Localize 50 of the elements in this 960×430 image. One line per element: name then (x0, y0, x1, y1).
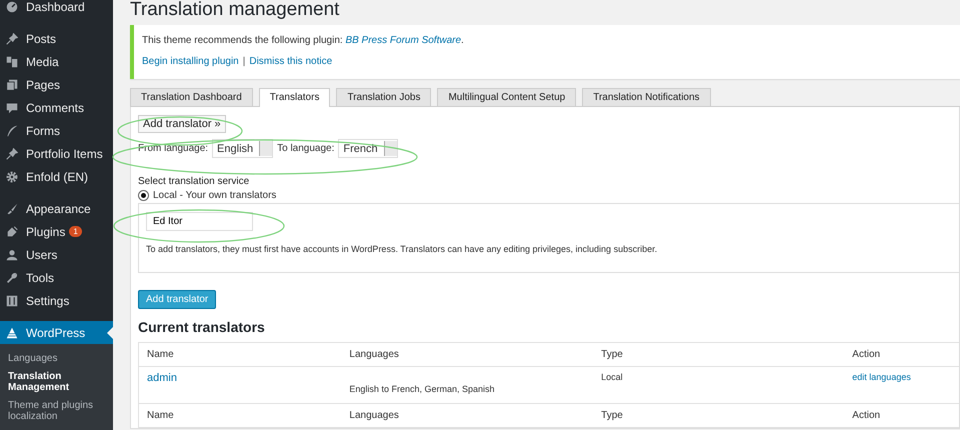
column-header: Name (138, 342, 342, 366)
table-cell: Local (593, 366, 844, 404)
sidebar-item[interactable]: Comments (0, 96, 113, 119)
sidebar-item[interactable]: Enfold (EN) (0, 165, 113, 188)
to-language-dropdown[interactable]: French (338, 139, 398, 158)
sidebar-item[interactable]: Media (0, 50, 113, 73)
sidebar-item[interactable]: Users (0, 243, 113, 266)
add-translator-toggle-button[interactable]: Add translator » (138, 115, 226, 133)
tab[interactable]: Translators (258, 88, 330, 107)
edit-languages-link[interactable]: edit languages (852, 372, 911, 382)
separator-text: | (242, 56, 246, 67)
submenu-item[interactable]: Translation Management (0, 368, 113, 397)
column-header: Action (844, 342, 959, 366)
sidebar-item[interactable]: WordPress (0, 321, 113, 344)
notice-text: This theme recommends the following plugin: BB Press Forum Software. (142, 35, 465, 46)
column-footer: Type (593, 404, 844, 428)
column-header: Languages (341, 342, 594, 366)
column-footer: Name (138, 404, 342, 428)
translator-input-field[interactable]: Ed Itor (146, 212, 253, 231)
from-language-dropdown[interactable]: English (212, 139, 274, 158)
column-header: Type (593, 342, 844, 366)
sidebar-item[interactable]: Appearance (0, 197, 113, 220)
translator-name-link[interactable]: admin (147, 372, 177, 384)
sidebar-item[interactable]: Pages (0, 73, 113, 96)
sidebar-item[interactable]: Tools (0, 266, 113, 289)
section-label: Select translation service (138, 176, 250, 187)
table-cell: English to French, German, Spanish (341, 366, 594, 404)
submenu-item[interactable]: Languages (0, 350, 113, 368)
radio-label: Local - Your own translators (153, 190, 276, 201)
sidebar-item[interactable]: Settings (0, 289, 113, 312)
plugin-link[interactable]: BB Press Forum Software (345, 35, 462, 46)
sidebar-item[interactable]: Posts (0, 27, 113, 50)
column-footer: Action (844, 404, 959, 428)
sidebar-item[interactable]: Forms (0, 119, 113, 142)
tab[interactable]: Multilingual Content Setup (437, 88, 576, 106)
sidebar-item[interactable]: Plugins 1 (0, 220, 113, 243)
tab[interactable]: Translation Dashboard (130, 88, 253, 106)
notice-link[interactable]: Dismiss this notice (249, 56, 332, 67)
field-label: To language: (277, 143, 334, 154)
help-text: To add translators, they must first have accounts in WordPress. Translators can have any editing privileges, including subscriber. (146, 244, 658, 254)
update-count-badge: 1 (69, 226, 82, 237)
sidebar-item[interactable]: Portfolio Items (0, 142, 113, 165)
notice-link[interactable]: Begin installing plugin (142, 56, 239, 67)
section-heading: Current translators (138, 319, 266, 335)
tab[interactable]: Translation Jobs (336, 88, 432, 106)
column-footer: Languages (341, 404, 594, 428)
sidebar-item[interactable]: Dashboard (0, 0, 113, 18)
page-title: Translation management (130, 0, 340, 22)
tab[interactable]: Translation Notifications (582, 88, 711, 106)
submenu-item[interactable]: Theme and plugins localization (0, 397, 113, 426)
